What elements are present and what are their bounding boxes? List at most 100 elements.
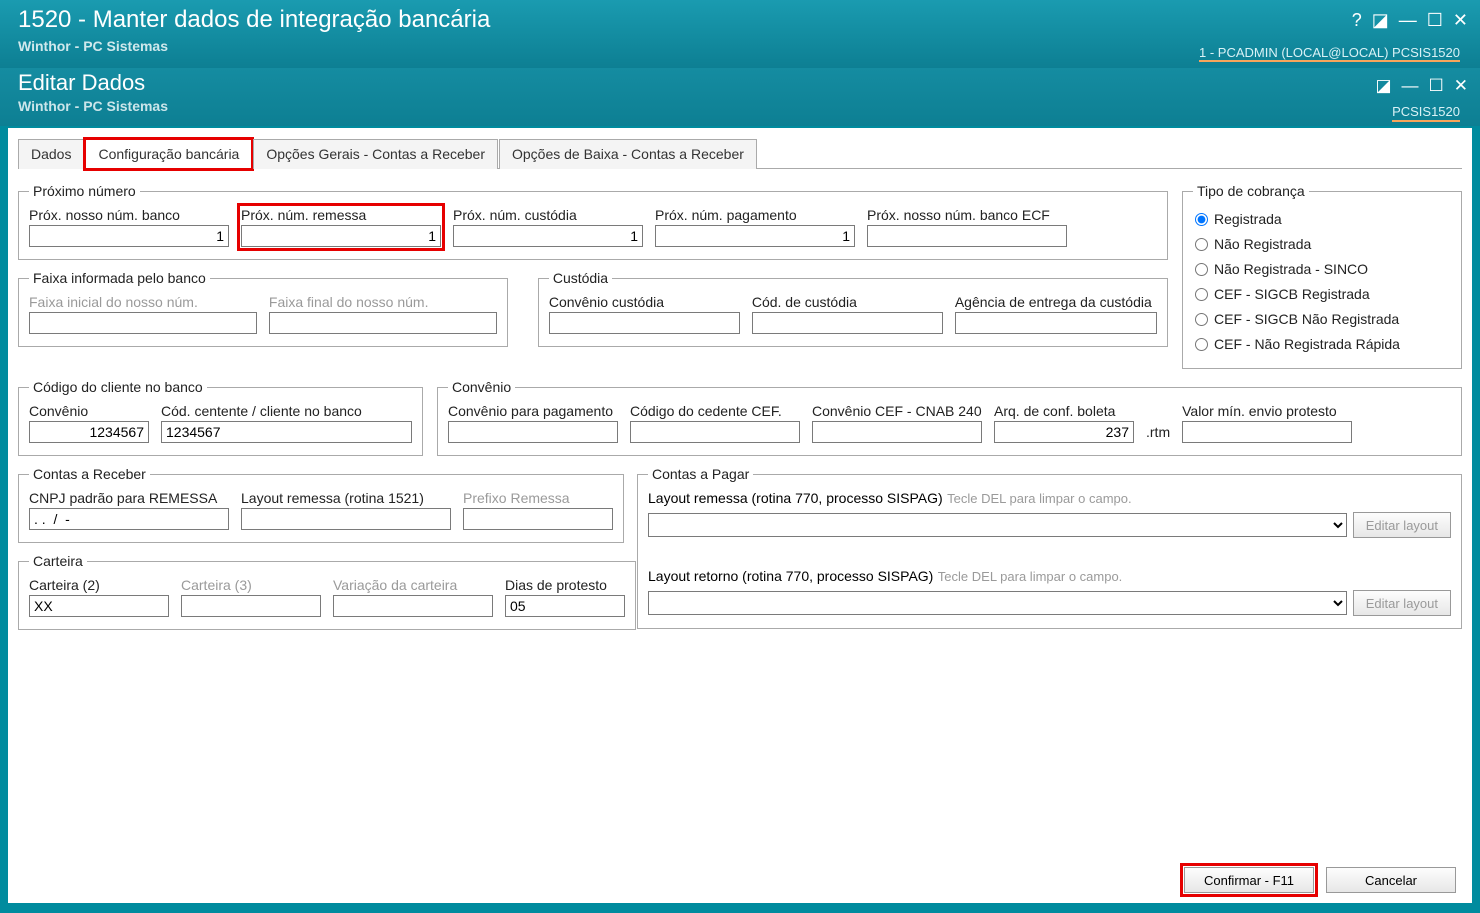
inner-maximize-icon[interactable]: ☐ [1429,76,1444,96]
inner-edit-icon[interactable]: ◪ [1375,76,1391,96]
input-conv-pag[interactable] [448,421,618,443]
group-custodia: Custódia Convênio custódia Cód. de custó… [538,270,1168,347]
label-cod-cedente: Cód. centente / cliente no banco [161,403,412,419]
input-layout-rem-1521[interactable] [241,508,451,530]
radio-nao-registrada[interactable]: Não Registrada [1195,236,1449,252]
hint-del-retorno: Tecle DEL para limpar o campo. [938,569,1123,584]
label-prox-remessa: Próx. núm. remessa [241,207,441,223]
label-layout-retorno-770: Layout retorno (rotina 770, processo SIS… [648,568,933,584]
label-cod-custodia: Cód. de custódia [752,294,943,310]
legend-receber: Contas a Receber [29,466,150,482]
input-conv-cnab240[interactable] [812,421,982,443]
label-valor-min-protesto: Valor mín. envio protesto [1182,403,1352,419]
radio-cef-sigcb-reg[interactable]: CEF - SIGCB Registrada [1195,286,1449,302]
input-prox-custodia[interactable] [453,225,643,247]
tab-dados[interactable]: Dados [18,139,84,169]
select-layout-remessa-770[interactable] [648,513,1347,537]
label-faixa-final: Faixa final do nosso núm. [269,294,497,310]
legend-faixa: Faixa informada pelo banco [29,270,210,286]
label-var-carteira: Variação da carteira [333,577,493,593]
input-convenio[interactable] [29,421,149,443]
close-icon[interactable]: ✕ [1453,10,1468,31]
select-layout-retorno-770[interactable] [648,591,1347,615]
input-arq-boleta[interactable] [994,421,1134,443]
group-contas-pagar: Contas a Pagar Layout remessa (rotina 77… [637,466,1462,629]
legend-pagar: Contas a Pagar [648,466,753,482]
maximize-icon[interactable]: ☐ [1427,10,1443,31]
input-prox-nosso-num[interactable] [29,225,229,247]
tab-config-bancaria[interactable]: Configuração bancária [85,139,252,169]
label-prox-ecf: Próx. nosso núm. banco ECF [867,207,1067,223]
input-cod-custodia[interactable] [752,312,943,334]
label-agencia-custodia: Agência de entrega da custódia [955,294,1157,310]
edit-icon[interactable]: ◪ [1372,10,1389,31]
label-carteira3: Carteira (3) [181,577,321,593]
inner-title: Editar Dados [18,70,1462,96]
input-cod-cedente[interactable] [161,421,412,443]
hint-del-remessa: Tecle DEL para limpar o campo. [947,491,1132,506]
radio-cef-sigcb-nao[interactable]: CEF - SIGCB Não Registrada [1195,311,1449,327]
input-prox-pagamento[interactable] [655,225,855,247]
input-agencia-custodia[interactable] [955,312,1157,334]
radio-nao-reg-sinco[interactable]: Não Registrada - SINCO [1195,261,1449,277]
btn-editar-layout-rem: Editar layout [1353,512,1451,538]
label-prox-pagamento: Próx. núm. pagamento [655,207,855,223]
tab-opcoes-baixa[interactable]: Opções de Baixa - Contas a Receber [499,139,757,169]
user-info: 1 - PCADMIN (LOCAL@LOCAL) PCSIS1520 [1199,45,1460,62]
label-arq-boleta: Arq. de conf. boleta [994,403,1134,419]
label-cnpj-remessa: CNPJ padrão para REMESSA [29,490,229,506]
legend-convenio: Convênio [448,379,515,395]
btn-cancelar[interactable]: Cancelar [1326,867,1456,893]
input-prox-ecf[interactable] [867,225,1067,247]
tab-opcoes-gerais[interactable]: Opções Gerais - Contas a Receber [253,139,498,169]
label-carteira2: Carteira (2) [29,577,169,593]
legend-proximo: Próximo número [29,183,140,199]
input-cod-cedente-cef[interactable] [630,421,800,443]
label-prefixo-remessa: Prefixo Remessa [463,490,613,506]
btn-confirmar[interactable]: Confirmar - F11 [1184,867,1314,893]
input-cnpj-remessa[interactable] [29,508,229,530]
label-conv-pag: Convênio para pagamento [448,403,618,419]
minimize-icon[interactable]: — [1399,10,1417,31]
input-faixa-inicial [29,312,257,334]
input-carteira3 [181,595,321,617]
radio-registrada[interactable]: Registrada [1195,211,1449,227]
window-title: 1520 - Manter dados de integração bancár… [18,6,1462,34]
legend-carteira: Carteira [29,553,87,569]
group-carteira: Carteira Carteira (2) Carteira (3) Varia… [18,553,636,630]
inner-subtitle: Winthor - PC Sistemas [18,98,1462,114]
outer-titlebar: 1520 - Manter dados de integração bancár… [0,0,1480,68]
inner-close-icon[interactable]: ✕ [1454,76,1468,96]
label-layout-rem-1521: Layout remessa (rotina 1521) [241,490,451,506]
inner-code: PCSIS1520 [1392,104,1460,122]
group-contas-receber: Contas a Receber CNPJ padrão para REMESS… [18,466,624,543]
label-conv-cnab240: Convênio CEF - CNAB 240 [812,403,982,419]
input-var-carteira [333,595,493,617]
input-dias-protesto[interactable] [505,595,625,617]
legend-custodia: Custódia [549,270,612,286]
suffix-rtm: .rtm [1146,424,1170,440]
group-tipo-cobranca: Tipo de cobrança Registrada Não Registra… [1182,183,1462,369]
input-conv-custodia[interactable] [549,312,740,334]
workarea: Dados Configuração bancária Opções Gerai… [8,128,1472,903]
btn-editar-layout-ret: Editar layout [1353,590,1451,616]
legend-cliente: Código do cliente no banco [29,379,207,395]
group-convenio: Convênio Convênio para pagamento Código … [437,379,1462,456]
label-convenio: Convênio [29,403,149,419]
group-faixa-banco: Faixa informada pelo banco Faixa inicial… [18,270,508,347]
help-icon[interactable]: ? [1352,10,1362,31]
label-prox-nosso-num: Próx. nosso núm. banco [29,207,229,223]
label-cod-cedente-cef: Código do cedente CEF. [630,403,800,419]
inner-minimize-icon[interactable]: — [1402,76,1419,96]
input-prefixo-remessa [463,508,613,530]
input-prox-remessa[interactable] [241,225,441,247]
input-faixa-final [269,312,497,334]
radio-cef-nao-rapida[interactable]: CEF - Não Registrada Rápida [1195,336,1449,352]
label-prox-custodia: Próx. núm. custódia [453,207,643,223]
legend-tipo: Tipo de cobrança [1193,183,1309,199]
input-valor-min-protesto[interactable] [1182,421,1352,443]
input-carteira2[interactable] [29,595,169,617]
group-cliente-banco: Código do cliente no banco Convênio Cód.… [18,379,423,456]
label-faixa-inicial: Faixa inicial do nosso núm. [29,294,257,310]
group-proximo-numero: Próximo número Próx. nosso núm. banco Pr… [18,183,1168,260]
